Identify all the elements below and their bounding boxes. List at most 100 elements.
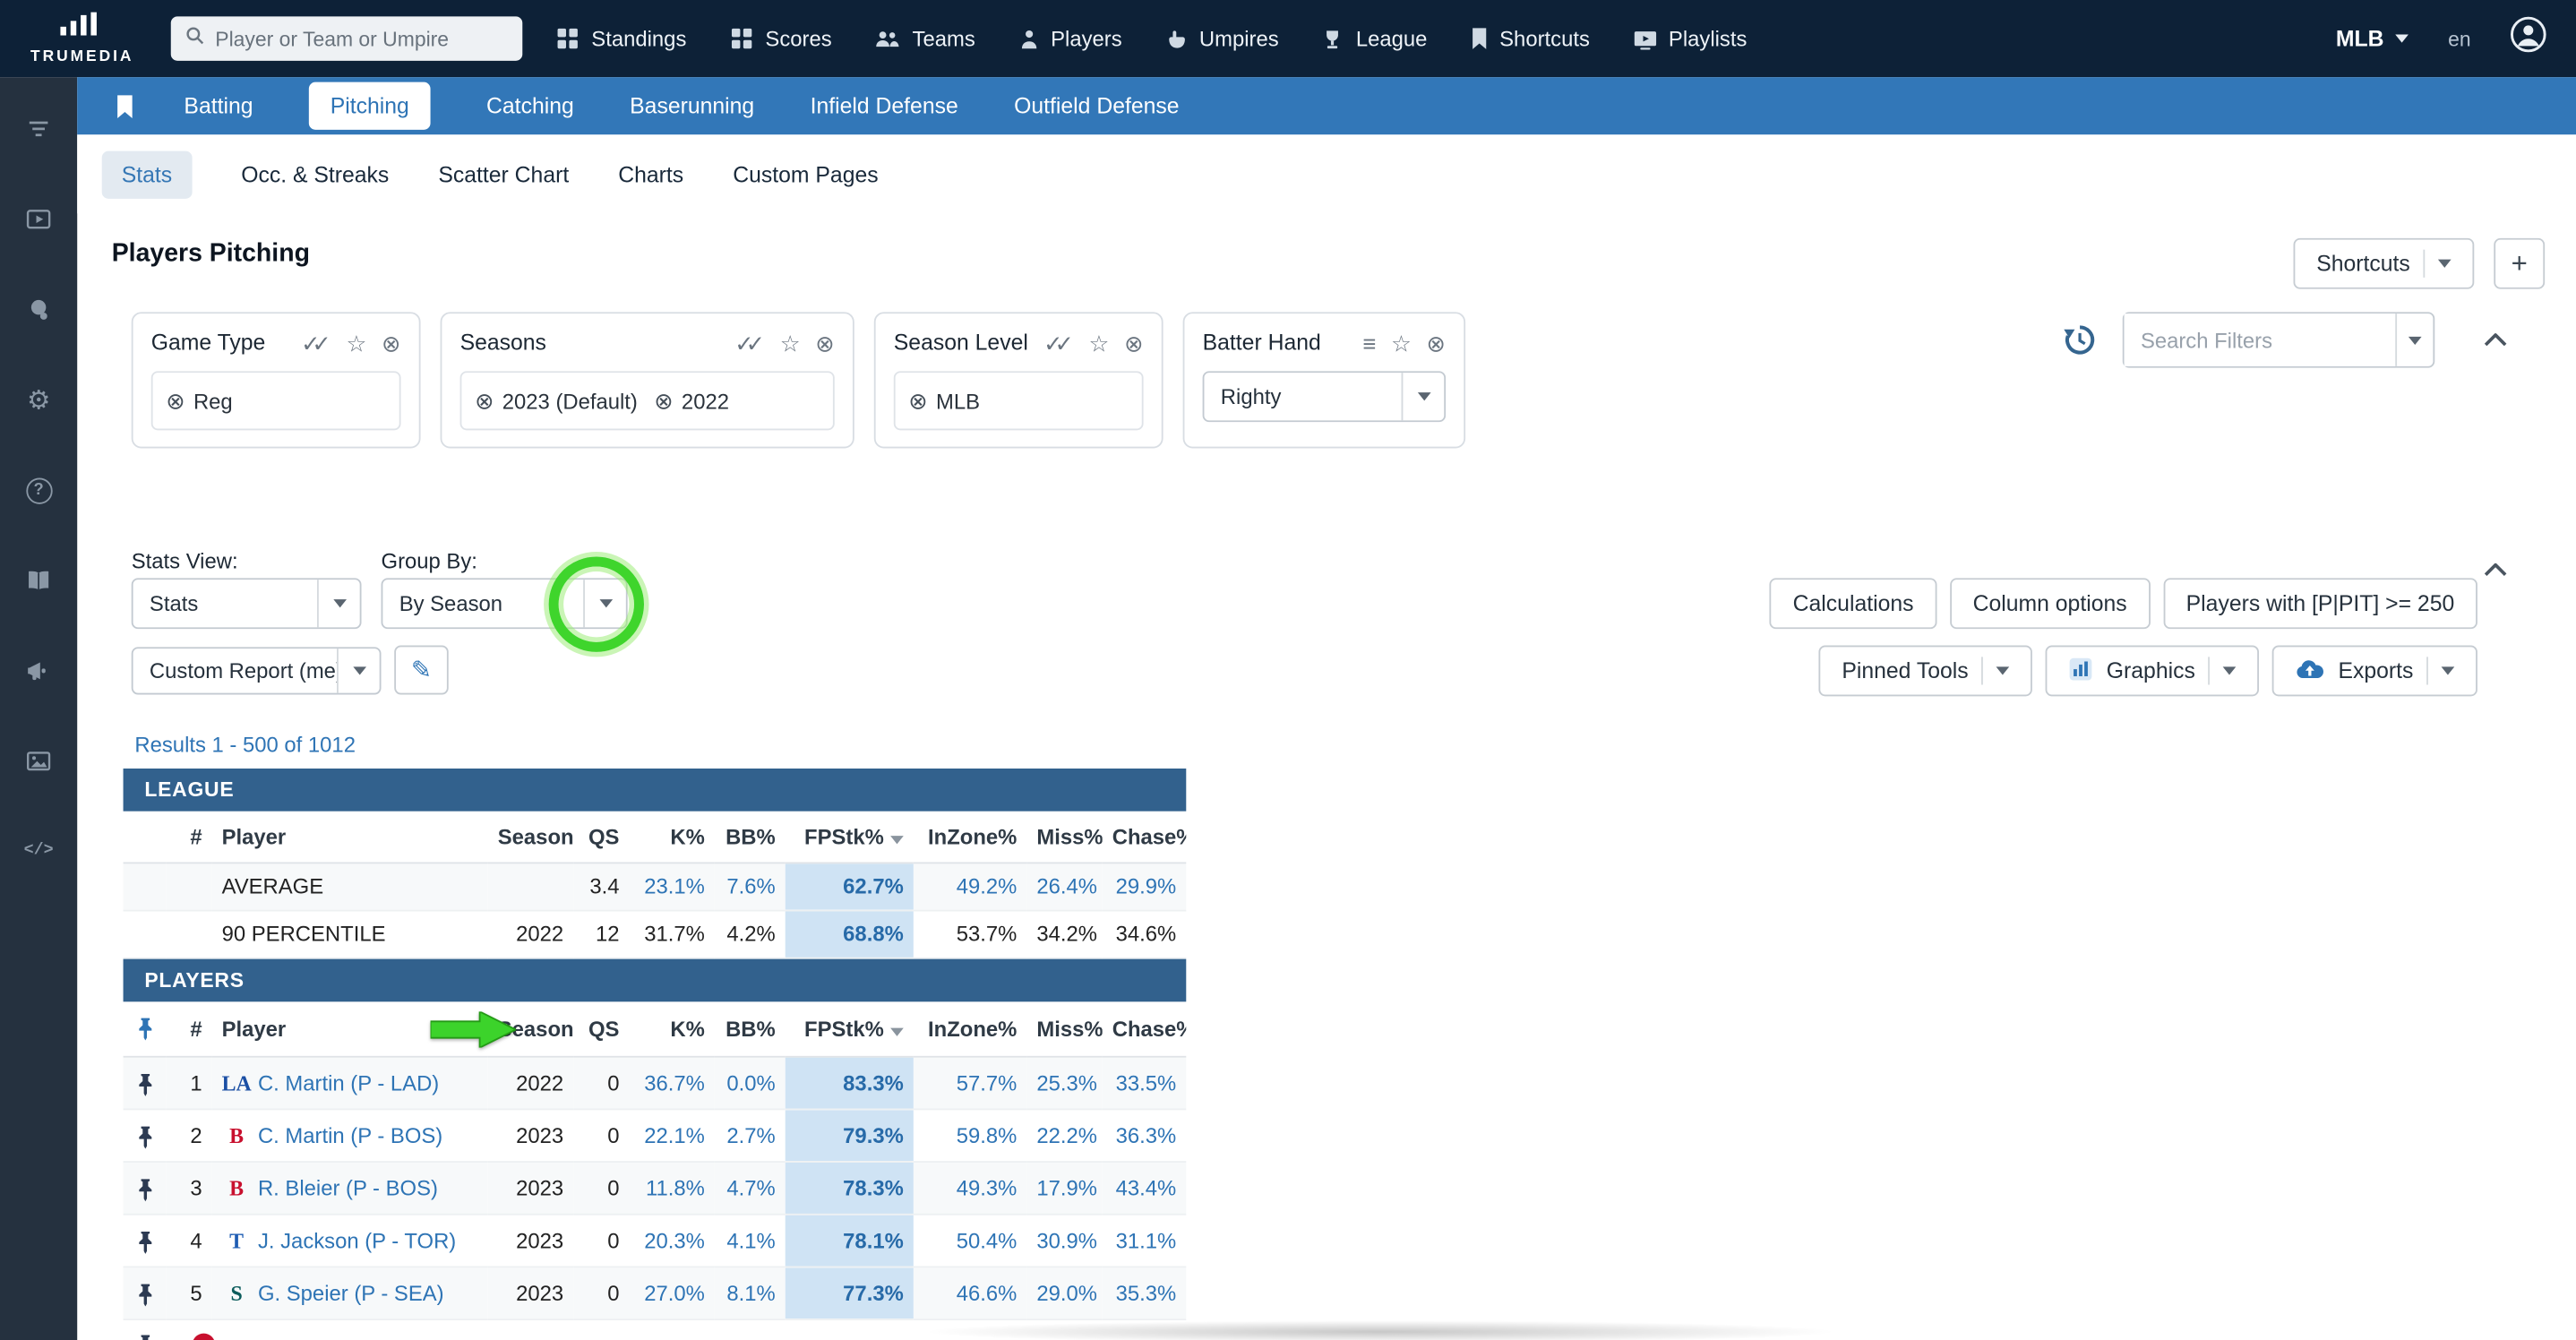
col-qs[interactable]: QS [573,812,629,863]
pin-toggle[interactable] [124,1162,167,1215]
subtab-occ-streaks[interactable]: Occ. & Streaks [241,162,389,187]
collapse-filters-chevron[interactable] [2484,325,2507,355]
check-all-icon[interactable]: ✓✓ [734,331,765,354]
remove-filter-icon[interactable]: ⊗ [1124,331,1144,354]
code-icon[interactable]: </> [0,806,77,897]
check-all-icon[interactable]: ✓✓ [1043,331,1074,354]
player-link[interactable]: C. Martin (P - LAD) [258,1069,439,1095]
nav-standings[interactable]: Standings [555,26,686,50]
nav-playlists[interactable]: Playlists [1633,26,1747,50]
col-inzone[interactable]: InZone% [914,812,1027,863]
book-icon[interactable] [0,536,77,626]
exports-button[interactable]: Exports [2272,645,2477,696]
gear-icon[interactable]: ⚙ [0,355,77,445]
remove-filter-icon[interactable]: ⊗ [1427,331,1447,354]
nav-scores[interactable]: Scores [729,26,832,50]
remove-filter-icon[interactable]: ⊗ [815,331,835,354]
col-chase[interactable]: Chase% [1103,812,1187,863]
megaphone-icon[interactable] [0,625,77,716]
col-bb[interactable]: BB% [715,1001,786,1056]
col-num[interactable]: # [166,1001,211,1056]
global-search[interactable] [171,16,523,60]
col-chase[interactable]: Chase% [1103,1001,1187,1056]
nav-teams[interactable]: Teams [874,26,975,50]
league-selector[interactable]: MLB [2336,26,2409,50]
col-qs[interactable]: QS [573,1001,629,1056]
nav-umpires[interactable]: Umpires [1164,26,1278,50]
search-filters-input[interactable] [2125,314,2396,366]
filter-history-icon[interactable] [2062,322,2098,365]
favorite-star-icon[interactable]: ☆ [780,331,801,354]
tab-outfield-defense[interactable]: Outfield Defense [1014,93,1179,117]
gallery-icon[interactable] [0,716,77,806]
remove-chip-icon[interactable]: ⊗ [166,387,185,415]
pinned-tools-button[interactable]: Pinned Tools [1819,645,2033,696]
col-season[interactable]: Season [488,812,573,863]
col-bb[interactable]: BB% [715,812,786,863]
subtab-scatter-chart[interactable]: Scatter Chart [438,162,569,187]
tab-batting[interactable]: Batting [184,93,253,117]
language-indicator[interactable]: en [2448,27,2471,50]
bookmark-icon[interactable] [115,93,134,119]
tab-catching[interactable]: Catching [486,93,574,117]
col-num[interactable]: # [166,812,211,863]
favorite-star-icon[interactable]: ☆ [346,331,366,354]
shortcuts-button[interactable]: Shortcuts [2294,238,2475,289]
filter-icon[interactable] [0,83,77,174]
remove-chip-icon[interactable]: ⊗ [908,387,928,415]
subtab-stats[interactable]: Stats [102,150,192,198]
tab-infield-defense[interactable]: Infield Defense [811,93,958,117]
pin-toggle[interactable] [124,1057,167,1110]
column-options-button[interactable]: Column options [1950,578,2150,629]
subtab-charts[interactable]: Charts [618,162,683,187]
batter-hand-select[interactable]: Righty [1203,371,1446,422]
subtab-custom-pages[interactable]: Custom Pages [733,162,878,187]
tab-pitching[interactable]: Pitching [309,82,431,130]
col-fpstk[interactable]: FPStk% [786,812,914,863]
custom-report-select[interactable]: Custom Report (me) [132,647,382,694]
remove-chip-icon[interactable]: ⊗ [654,387,674,415]
graphics-button[interactable]: Graphics [2046,645,2260,696]
nav-shortcuts[interactable]: Shortcuts [1470,26,1590,50]
col-season[interactable]: Season [488,1001,573,1056]
help-icon[interactable]: ? [0,445,77,536]
favorite-star-icon[interactable]: ☆ [1089,331,1110,354]
tab-baserunning[interactable]: Baserunning [630,93,754,117]
col-miss[interactable]: Miss% [1026,1001,1102,1056]
col-miss[interactable]: Miss% [1026,812,1102,863]
player-link[interactable]: G. Speier (P - SEA) [258,1280,444,1305]
col-inzone[interactable]: InZone% [914,1001,1027,1056]
col-player[interactable]: Player [212,812,488,863]
glove-icon[interactable] [0,264,77,355]
list-icon[interactable]: ≡ [1363,331,1377,354]
col-k[interactable]: K% [629,812,714,863]
favorite-star-icon[interactable]: ☆ [1391,331,1412,354]
pin-column-header[interactable] [124,1001,167,1056]
nav-league[interactable]: League [1321,26,1427,50]
group-by-select[interactable]: By Season [382,578,628,629]
edit-report-button[interactable]: ✎ [394,645,449,694]
collapse-controls-chevron[interactable] [2484,555,2507,585]
pin-toggle[interactable] [124,1215,167,1267]
global-search-input[interactable] [215,27,509,50]
add-page-button[interactable]: + [2494,238,2545,289]
search-filters-combobox[interactable] [2123,312,2434,367]
player-link[interactable]: J. Jackson (P - TOR) [258,1227,456,1252]
col-k[interactable]: K% [629,1001,714,1056]
nav-players[interactable]: Players [1018,26,1121,50]
calculations-button[interactable]: Calculations [1770,578,1936,629]
players-filter-button[interactable]: Players with [P|PIT] >= 250 [2163,578,2477,629]
results-summary[interactable]: Results 1 - 500 of 1012 [134,729,1186,762]
video-icon[interactable] [0,174,77,264]
remove-chip-icon[interactable]: ⊗ [475,387,494,415]
pin-toggle[interactable] [124,1109,167,1162]
trumedia-logo[interactable]: TRUMEDIA [0,0,164,77]
user-avatar[interactable] [2511,16,2546,60]
player-link[interactable]: R. Bleier (P - BOS) [258,1175,438,1200]
col-fpstk[interactable]: FPStk% [786,1001,914,1056]
player-link[interactable]: C. Martin (P - BOS) [258,1122,442,1147]
remove-filter-icon[interactable]: ⊗ [382,331,401,354]
check-all-icon[interactable]: ✓✓ [301,331,331,354]
pin-toggle[interactable] [124,1267,167,1319]
stats-view-select[interactable]: Stats [132,578,362,629]
